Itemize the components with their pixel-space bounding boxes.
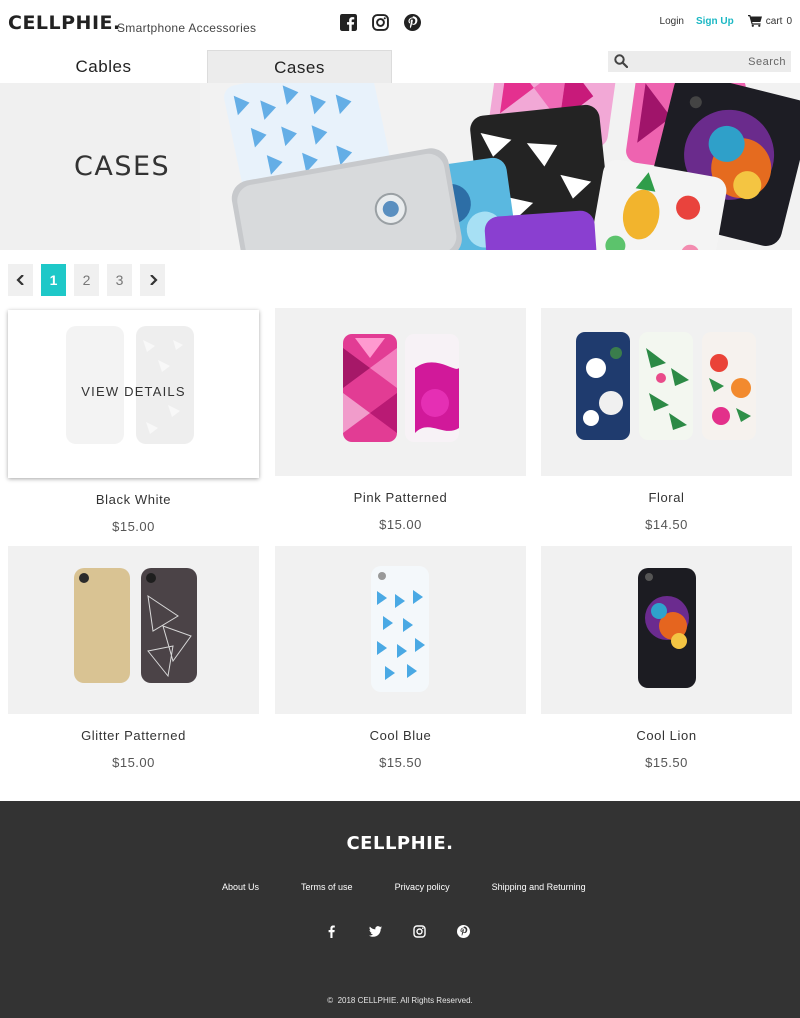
next-page-button[interactable]: [140, 264, 165, 296]
facebook-icon[interactable]: [325, 925, 338, 938]
product-price: $15.50: [645, 755, 688, 770]
product-card[interactable]: Cool Blue $15.50: [275, 546, 526, 770]
phone-cases-banner-image: [200, 83, 800, 250]
product-price: $15.00: [112, 755, 155, 770]
pinterest-icon[interactable]: [457, 925, 470, 938]
product-card[interactable]: Cool Lion $15.50: [541, 546, 792, 770]
product-price: $15.00: [379, 517, 422, 532]
product-card[interactable]: Pink Patterned $15.00: [275, 308, 526, 532]
product-name[interactable]: Pink Patterned: [275, 490, 526, 505]
shipping-and-returning-link[interactable]: Shipping and Returning: [492, 882, 586, 892]
pinterest-icon[interactable]: [404, 14, 421, 31]
chevron-left-icon: [15, 274, 24, 286]
brand-logo[interactable]: CELLPHIE.: [8, 12, 121, 34]
product-name[interactable]: Floral: [541, 490, 792, 505]
product-card[interactable]: Glitter Patterned $15.00: [8, 546, 259, 770]
footer-brand-logo[interactable]: CELLPHIE.: [0, 833, 800, 854]
product-price: $15.00: [112, 519, 155, 534]
copyright-text: 2018 CELLPHIE. All Rights Reserved.: [337, 996, 473, 1005]
view-details-button[interactable]: VIEW DETAILS: [8, 384, 259, 399]
cart-link[interactable]: cart: [766, 16, 783, 27]
cool-lion-case-image: [638, 568, 696, 688]
footer-social-links: [325, 925, 470, 938]
instagram-icon[interactable]: [413, 925, 426, 938]
terms-of-use-link[interactable]: Terms of use: [301, 882, 353, 892]
glitter-patterned-cases-image: [74, 568, 197, 683]
copyright: © 2018 CELLPHIE. All Rights Reserved.: [0, 996, 800, 1005]
privacy-policy-link[interactable]: Privacy policy: [395, 882, 450, 892]
product-image[interactable]: VIEW DETAILS: [8, 310, 259, 478]
product-image[interactable]: [541, 308, 792, 476]
page-3-button[interactable]: 3: [107, 264, 132, 296]
pink-patterned-cases-image: [343, 334, 459, 442]
chevron-right-icon: [149, 274, 158, 286]
product-image[interactable]: [541, 546, 792, 714]
product-image[interactable]: [275, 308, 526, 476]
pagination: 1 2 3: [8, 264, 165, 296]
floral-cases-image: [576, 332, 756, 440]
product-price: $14.50: [645, 517, 688, 532]
category-banner: CASES: [0, 83, 800, 250]
search-input[interactable]: [634, 51, 786, 72]
product-card[interactable]: Floral $14.50: [541, 308, 792, 532]
copyright-icon: ©: [327, 996, 336, 1005]
cart-icon[interactable]: [747, 15, 762, 27]
search-icon[interactable]: [614, 54, 628, 68]
account-links: Login Sign Up cart 0: [660, 15, 792, 27]
page-2-button[interactable]: 2: [74, 264, 99, 296]
login-link[interactable]: Login: [660, 16, 684, 27]
prev-page-button[interactable]: [8, 264, 33, 296]
product-image[interactable]: [8, 546, 259, 714]
product-price: $15.50: [379, 755, 422, 770]
cart-count: 0: [786, 15, 792, 27]
about-us-link[interactable]: About Us: [222, 882, 259, 892]
tab-cables[interactable]: Cables: [0, 50, 207, 83]
product-card[interactable]: VIEW DETAILS Black White $15.00: [8, 310, 259, 534]
header-social-links: [340, 14, 421, 31]
cool-blue-case-image: [371, 566, 429, 692]
brand-tagline: Smartphone Accessories: [117, 21, 257, 35]
twitter-icon[interactable]: [369, 925, 382, 938]
product-name[interactable]: Glitter Patterned: [8, 728, 259, 743]
product-name[interactable]: Cool Lion: [541, 728, 792, 743]
product-name[interactable]: Cool Blue: [275, 728, 526, 743]
signup-link[interactable]: Sign Up: [696, 16, 734, 27]
banner-title: CASES: [74, 151, 171, 182]
product-image[interactable]: [275, 546, 526, 714]
page-1-button[interactable]: 1: [41, 264, 66, 296]
footer-links: About Us Terms of use Privacy policy Shi…: [222, 882, 628, 892]
site-footer: CELLPHIE. About Us Terms of use Privacy …: [0, 801, 800, 1018]
site-header: CELLPHIE. Smartphone Accessories Login S…: [0, 0, 800, 48]
facebook-icon[interactable]: [340, 14, 357, 31]
tab-cases[interactable]: Cases: [207, 50, 392, 83]
product-name[interactable]: Black White: [8, 492, 259, 507]
instagram-icon[interactable]: [372, 14, 389, 31]
search-box: [608, 51, 791, 72]
